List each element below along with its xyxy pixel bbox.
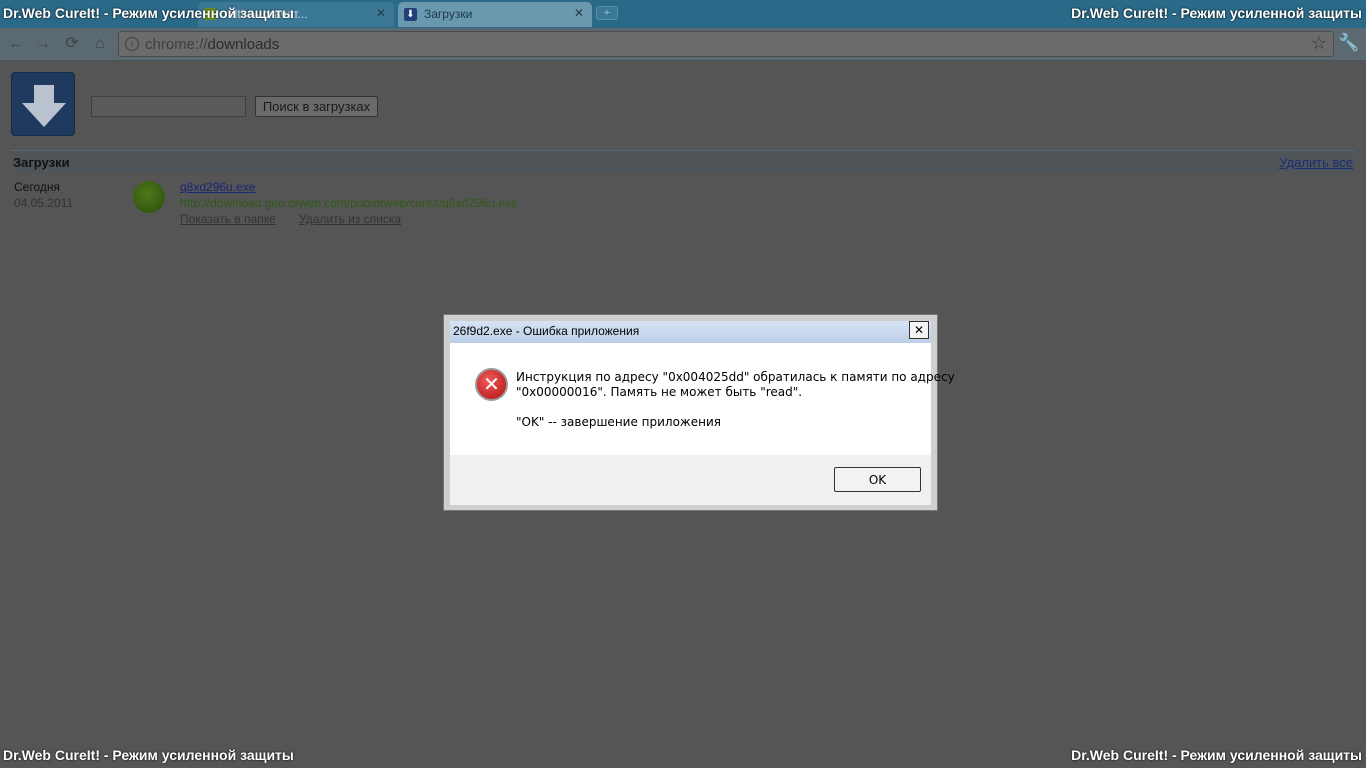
- download-favicon-icon: ⬇: [404, 8, 417, 21]
- date-group-label: Сегодня: [14, 180, 60, 194]
- section-title: Загрузки: [13, 155, 70, 170]
- search-downloads-button[interactable]: Поиск в загрузках: [255, 96, 378, 117]
- url-host: downloads: [207, 36, 280, 53]
- date-value: 04.05.2011: [14, 196, 74, 210]
- show-in-folder-link[interactable]: Показать в папке: [180, 212, 276, 226]
- address-text: chrome://downloads: [145, 36, 279, 53]
- cureit-banner-top-left: Dr.Web CureIt! - Режим усиленной защиты: [3, 5, 294, 21]
- tab-label: Загрузки: [424, 7, 473, 21]
- downloads-search-input[interactable]: [91, 96, 246, 117]
- wrench-menu-icon[interactable]: 🔧: [1338, 33, 1359, 53]
- page-info-icon[interactable]: i: [125, 37, 139, 51]
- download-source-url: http://download.geo.drweb.com/pub/drweb/…: [180, 196, 518, 210]
- new-tab-button[interactable]: +: [596, 6, 618, 20]
- tab-close-icon[interactable]: ✕: [574, 6, 584, 20]
- address-bar[interactable]: i chrome://downloads ☆: [118, 31, 1334, 57]
- download-file-name-link[interactable]: q8xd296u.exe: [180, 180, 255, 194]
- url-scheme: chrome://: [145, 36, 208, 53]
- bookmark-star-icon[interactable]: ☆: [1311, 33, 1327, 54]
- error-message-line-2: "0x00000016". Память не может быть "read…: [516, 385, 803, 399]
- error-message-line-1: Инструкция по адресу "0x004025dd" обрати…: [516, 370, 955, 384]
- tab-close-icon[interactable]: ✕: [376, 6, 386, 20]
- remove-from-list-link[interactable]: Удалить из списка: [299, 212, 401, 226]
- downloads-section-header: Загрузки Удалить все: [11, 150, 1355, 173]
- browser-toolbar: ← → ⟳ ⌂ i chrome://downloads ☆ 🔧: [0, 28, 1366, 61]
- drweb-lion-icon: [133, 181, 165, 213]
- back-arrow-icon[interactable]: ←: [5, 33, 27, 55]
- reload-icon[interactable]: ⟳: [61, 33, 83, 55]
- cureit-banner-top-right: Dr.Web CureIt! - Режим усиленной защиты: [1071, 5, 1362, 21]
- download-arrow-icon: [11, 72, 75, 136]
- dialog-close-icon[interactable]: ✕: [909, 321, 929, 339]
- ok-button[interactable]: OK: [834, 467, 921, 492]
- error-message-line-3: "OK" -- завершение приложения: [516, 415, 721, 429]
- error-icon: ✕: [475, 368, 508, 401]
- dialog-titlebar: 26f9d2.exe - Ошибка приложения: [450, 321, 931, 343]
- forward-arrow-icon[interactable]: →: [32, 33, 54, 55]
- dialog-title: 26f9d2.exe - Ошибка приложения: [453, 324, 640, 338]
- clear-all-link[interactable]: Удалить все: [1279, 155, 1353, 170]
- cureit-banner-bottom-right: Dr.Web CureIt! - Режим усиленной защиты: [1071, 747, 1362, 763]
- cureit-banner-bottom-left: Dr.Web CureIt! - Режим усиленной защиты: [3, 747, 294, 763]
- tab-downloads[interactable]: ⬇ Загрузки ✕: [398, 2, 592, 27]
- dialog-body: [450, 343, 931, 455]
- home-icon[interactable]: ⌂: [89, 33, 111, 55]
